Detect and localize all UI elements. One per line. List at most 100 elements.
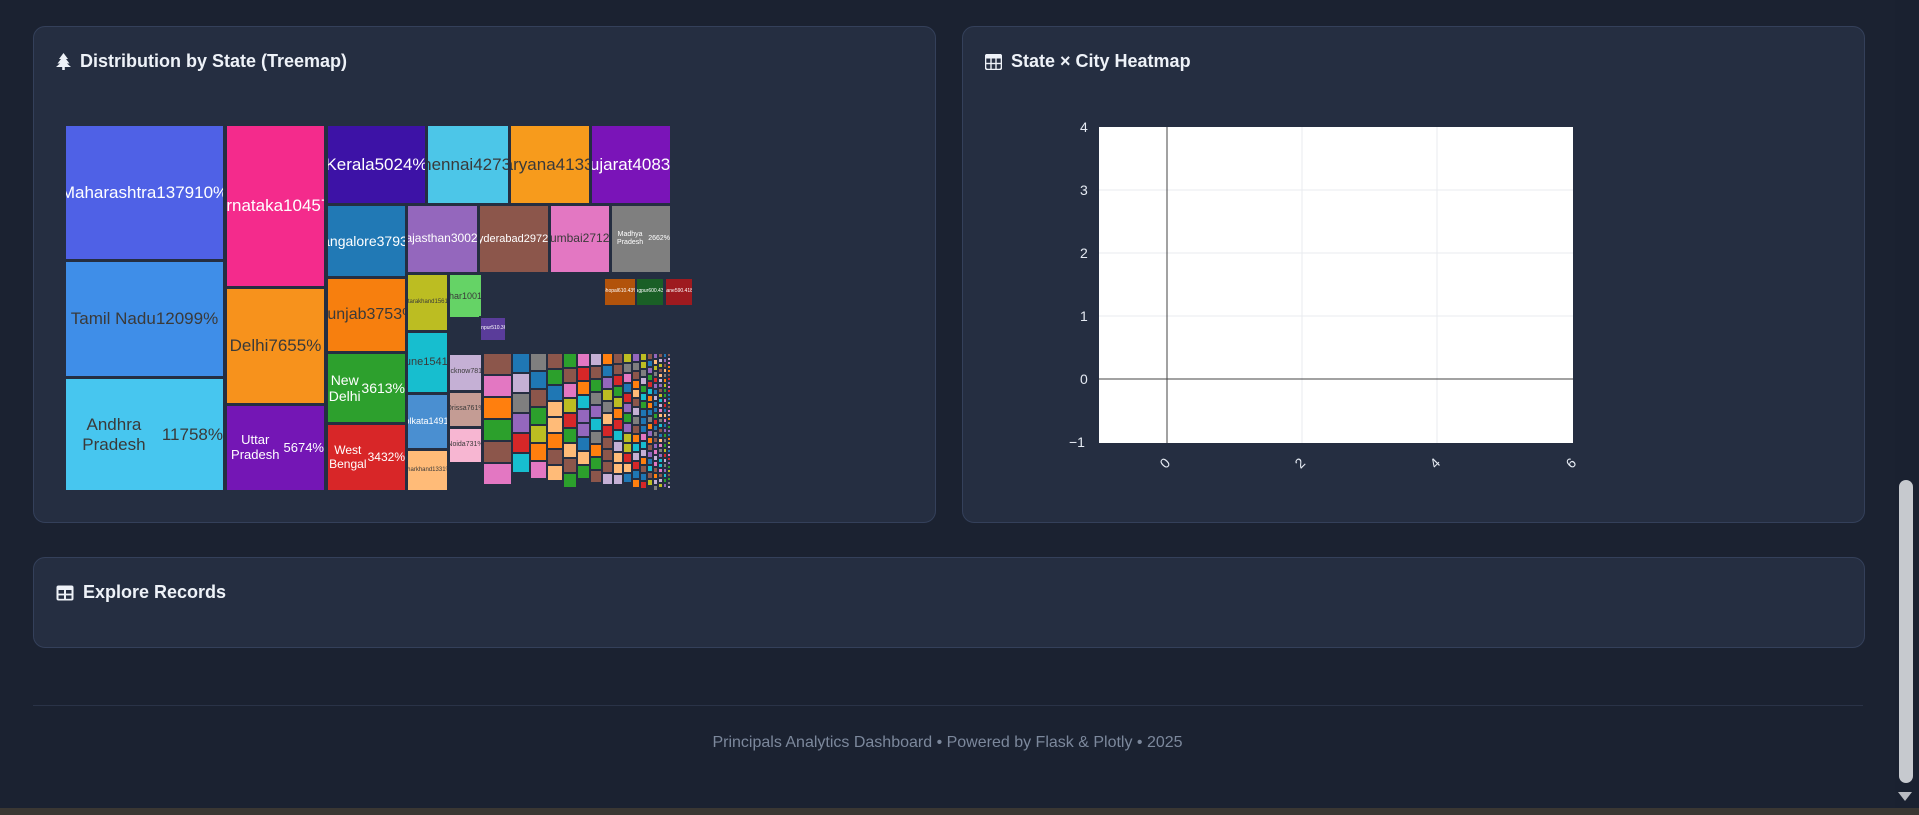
treemap-small-cell[interactable] bbox=[512, 433, 530, 453]
treemap-small-cell[interactable] bbox=[530, 389, 547, 407]
treemap-small-cell[interactable] bbox=[613, 353, 623, 364]
treemap-small-cell[interactable] bbox=[613, 452, 623, 463]
treemap-small-cell[interactable] bbox=[632, 371, 640, 380]
treemap-cell[interactable]: Kolkata1491% bbox=[406, 393, 449, 450]
treemap-cell[interactable]: Delhi 765 5% bbox=[225, 287, 326, 405]
treemap-cell[interactable]: Noida 73 1% bbox=[448, 427, 483, 464]
treemap-small-cell[interactable] bbox=[577, 395, 590, 409]
treemap-cell[interactable]: West Bengal 343 2% bbox=[326, 423, 407, 492]
treemap-small-cell[interactable] bbox=[563, 413, 577, 428]
treemap-small-cell[interactable] bbox=[577, 465, 590, 479]
treemap-small-cell[interactable] bbox=[632, 425, 640, 434]
treemap-small-cell[interactable] bbox=[632, 479, 640, 488]
treemap-small-cell[interactable] bbox=[602, 365, 613, 377]
treemap-small-cell[interactable] bbox=[623, 443, 632, 453]
treemap-small-cell[interactable] bbox=[640, 417, 647, 425]
treemap-small-cell[interactable] bbox=[640, 393, 647, 401]
treemap-small-cell[interactable] bbox=[512, 453, 530, 473]
treemap-small-cell[interactable] bbox=[640, 473, 647, 481]
treemap-small-cell[interactable] bbox=[483, 441, 512, 463]
treemap-small-cell[interactable] bbox=[623, 393, 632, 403]
treemap-small-cell[interactable] bbox=[590, 379, 602, 392]
treemap-small-cell[interactable] bbox=[640, 361, 647, 369]
treemap-small-cell[interactable] bbox=[602, 449, 613, 461]
treemap-cell[interactable]: Bangalore3793% bbox=[326, 204, 407, 278]
treemap-small-cell[interactable] bbox=[547, 385, 563, 401]
treemap-small-cell[interactable] bbox=[602, 353, 613, 365]
treemap-small-cell[interactable] bbox=[632, 452, 640, 461]
treemap-cell[interactable]: Lucknow781% bbox=[448, 353, 483, 392]
treemap-cell[interactable]: Kanpur510.36% bbox=[479, 316, 507, 342]
treemap-small-cell[interactable] bbox=[602, 461, 613, 473]
treemap-small-cell[interactable] bbox=[632, 443, 640, 452]
treemap-small-cell[interactable] bbox=[602, 389, 613, 401]
treemap-small-cell[interactable] bbox=[640, 457, 647, 465]
treemap-small-cell[interactable] bbox=[547, 465, 563, 481]
treemap-cell[interactable]: Hyderabad2972% bbox=[478, 204, 550, 274]
treemap-cell[interactable]: Bihar1001% bbox=[448, 273, 483, 319]
treemap-cell[interactable]: Bhopal 61 0.43% bbox=[603, 277, 637, 307]
treemap-small-cell[interactable] bbox=[563, 383, 577, 398]
treemap-small-cell[interactable] bbox=[623, 413, 632, 423]
treemap-cell[interactable]: New Delhi 361 3% bbox=[326, 352, 407, 424]
treemap-cell[interactable]: Nagpur600.43% bbox=[635, 277, 665, 307]
treemap-small-cell[interactable] bbox=[640, 425, 647, 433]
treemap-small-cell[interactable] bbox=[623, 383, 632, 393]
treemap-cell[interactable]: Pune1541% bbox=[406, 331, 449, 394]
treemap-cell[interactable]: Kerala 502 4% bbox=[326, 124, 427, 205]
scrollbar-thumb[interactable] bbox=[1899, 480, 1913, 783]
treemap-small-cell[interactable] bbox=[483, 375, 512, 397]
treemap-cell[interactable]: Madhya Pradesh 266 2% bbox=[610, 204, 672, 274]
treemap-small-cell[interactable] bbox=[613, 441, 623, 452]
treemap-small-cell[interactable] bbox=[483, 397, 512, 419]
treemap-chart[interactable]: Maharashtra 1379 10% Tamil Nadu 1209 9% Andhra… bbox=[64, 124, 694, 492]
treemap-small-cell[interactable] bbox=[623, 403, 632, 413]
treemap-cell[interactable]: Uttarakhand1561% bbox=[406, 273, 449, 332]
treemap-small-cell[interactable] bbox=[563, 398, 577, 413]
treemap-small-cell[interactable] bbox=[623, 363, 632, 373]
treemap-small-cell[interactable] bbox=[547, 353, 563, 369]
treemap-small-cell[interactable] bbox=[632, 398, 640, 407]
treemap-cell[interactable]: Andhra Pradesh 1175 8% bbox=[64, 377, 225, 492]
treemap-small-cell[interactable] bbox=[577, 423, 590, 437]
treemap-cell[interactable]: Rajasthan3002% bbox=[406, 204, 479, 274]
treemap-small-cell[interactable] bbox=[577, 409, 590, 423]
treemap-small-cell[interactable] bbox=[632, 434, 640, 443]
treemap-small-cell[interactable] bbox=[547, 433, 563, 449]
treemap-small-cell[interactable] bbox=[590, 405, 602, 418]
treemap-small-cell[interactable] bbox=[623, 353, 632, 363]
treemap-small-cell[interactable] bbox=[547, 369, 563, 385]
treemap-small-cell[interactable] bbox=[602, 437, 613, 449]
treemap-small-cell[interactable] bbox=[577, 381, 590, 395]
treemap-small-cell[interactable] bbox=[590, 392, 602, 405]
treemap-small-cell[interactable] bbox=[590, 418, 602, 431]
treemap-cell[interactable]: Thane590.418% bbox=[664, 277, 694, 307]
treemap-small-cell[interactable] bbox=[667, 485, 671, 489]
treemap-small-cell[interactable] bbox=[547, 417, 563, 433]
treemap-small-cell[interactable] bbox=[530, 371, 547, 389]
treemap-small-cell[interactable] bbox=[602, 401, 613, 413]
treemap-small-cell[interactable] bbox=[577, 367, 590, 381]
treemap-small-cell[interactable] bbox=[590, 470, 602, 483]
treemap-small-cell[interactable] bbox=[577, 451, 590, 465]
treemap-cell[interactable]: Jharkhand1331% bbox=[406, 449, 449, 492]
treemap-small-cell[interactable] bbox=[530, 407, 547, 425]
treemap-small-cell[interactable] bbox=[613, 397, 623, 408]
treemap-small-cell[interactable] bbox=[632, 416, 640, 425]
treemap-small-cell[interactable] bbox=[590, 444, 602, 457]
treemap-small-cell[interactable] bbox=[640, 401, 647, 409]
treemap-small-cell[interactable] bbox=[632, 380, 640, 389]
treemap-cell[interactable]: Gujarat4083% bbox=[590, 124, 672, 205]
treemap-small-cell[interactable] bbox=[563, 473, 577, 488]
treemap-small-cell[interactable] bbox=[640, 481, 647, 489]
treemap-small-cell[interactable] bbox=[512, 373, 530, 393]
treemap-small-cell[interactable] bbox=[530, 461, 547, 479]
treemap-small-cell[interactable] bbox=[530, 425, 547, 443]
treemap-small-cell[interactable] bbox=[530, 353, 547, 371]
treemap-small-cell[interactable] bbox=[563, 443, 577, 458]
treemap-small-cell[interactable] bbox=[590, 366, 602, 379]
treemap-small-cell[interactable] bbox=[483, 419, 512, 441]
treemap-small-cell[interactable] bbox=[613, 386, 623, 397]
treemap-small-cell[interactable] bbox=[530, 443, 547, 461]
treemap-small-cell[interactable] bbox=[640, 441, 647, 449]
